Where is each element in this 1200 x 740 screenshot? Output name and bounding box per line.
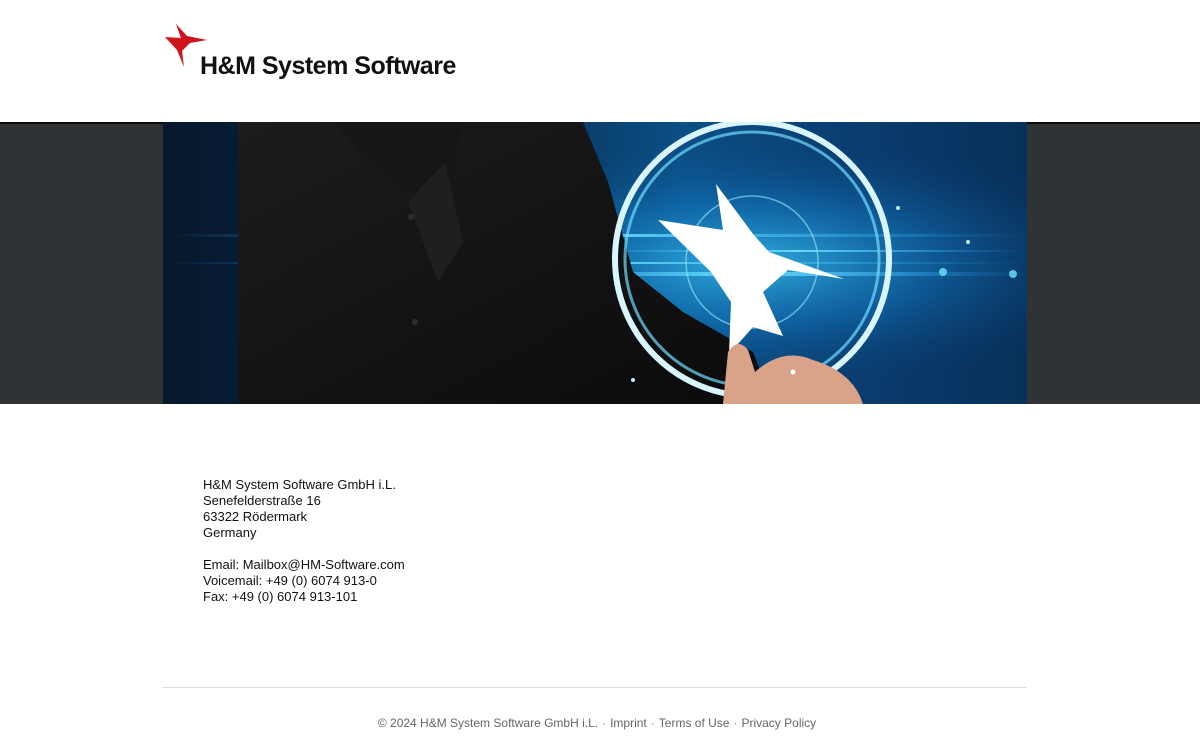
site-footer: © 2024 H&M System Software GmbH i.L. · Imp… [0,716,1200,730]
imprint-link[interactable]: Imprint [610,716,647,730]
email-line: Email: Mailbox@HM-Software.com [203,557,405,572]
privacy-policy-link[interactable]: Privacy Policy [741,716,816,730]
footer-separator: · [602,716,607,730]
footer-separator: · [733,716,738,730]
site-header: H&M System Software [0,0,1200,122]
contact-address: H&M System Software GmbH i.L. Senefelder… [203,477,405,605]
country: Germany [203,525,257,540]
city-address: 63322 Rödermark [203,509,308,524]
hero-banner [163,122,1027,404]
terms-of-use-link[interactable]: Terms of Use [659,716,730,730]
fax-line: Fax: +49 (0) 6074 913-101 [203,589,358,604]
footer-divider [163,687,1027,688]
brand-name: H&M System Software [200,52,456,80]
copyright-text: © 2024 H&M System Software GmbH i.L. [377,716,599,730]
company-name: H&M System Software GmbH i.L. [203,477,396,492]
brand-logo[interactable]: H&M System Software [163,24,473,84]
footer-separator: · [650,716,655,730]
voicemail-line: Voicemail: +49 (0) 6074 913-0 [203,573,377,588]
street-address: Senefelderstraße 16 [203,493,321,508]
